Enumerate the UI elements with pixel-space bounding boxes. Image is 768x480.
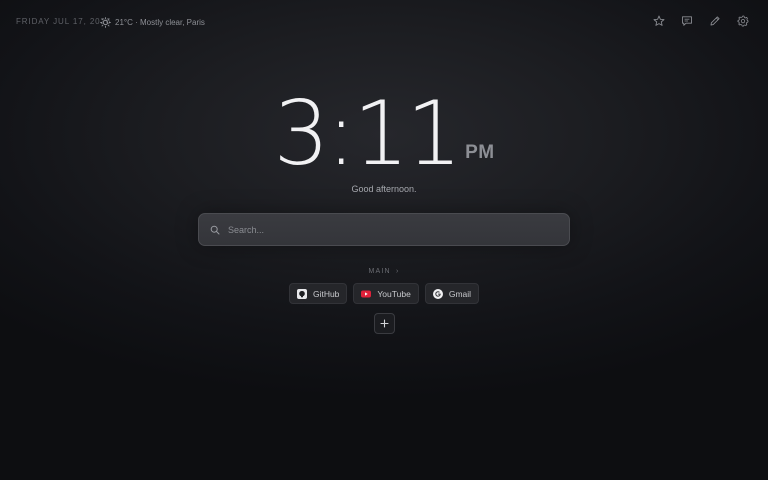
google-icon bbox=[432, 288, 443, 299]
chevron-right-icon: › bbox=[395, 268, 400, 275]
sun-icon bbox=[100, 16, 111, 28]
search-bar[interactable] bbox=[198, 213, 570, 246]
top-bar: FRIDAY JUL 17, 2026 21°C · Mostly clear,… bbox=[0, 0, 768, 44]
search-input[interactable] bbox=[228, 224, 569, 235]
shortcut-label: GitHub bbox=[312, 288, 340, 299]
weather-text: 21°C · Mostly clear, Paris bbox=[115, 17, 205, 27]
shortcut-label: Gmail bbox=[448, 288, 472, 299]
add-shortcut-button[interactable] bbox=[374, 313, 395, 334]
shortcut-gmail[interactable]: Gmail bbox=[424, 283, 480, 304]
shortcut-list: GitHub YouTube Gmail bbox=[0, 283, 768, 304]
group-label: MAIN bbox=[368, 268, 391, 275]
date-label: FRIDAY JUL 17, 2026 bbox=[16, 17, 112, 26]
shortcut-group-toggle[interactable]: MAIN › bbox=[0, 268, 768, 275]
shortcut-github[interactable]: GitHub bbox=[288, 283, 348, 304]
github-icon bbox=[296, 288, 307, 299]
search-icon bbox=[210, 225, 220, 234]
greeting-text: Good afternoon. bbox=[351, 184, 417, 194]
clock: 3:11 PM bbox=[0, 88, 768, 180]
gear-icon bbox=[737, 15, 748, 27]
notes-button[interactable] bbox=[680, 14, 693, 27]
edit-button[interactable] bbox=[708, 14, 721, 27]
clock-time: 3:11 bbox=[273, 82, 462, 185]
star-icon bbox=[653, 15, 664, 26]
plus-icon bbox=[380, 319, 389, 328]
shortcut-label: YouTube bbox=[377, 288, 411, 299]
weather-widget[interactable]: 21°C · Mostly clear, Paris bbox=[100, 14, 205, 30]
clock-period: PM bbox=[465, 142, 495, 163]
youtube-icon bbox=[361, 290, 372, 297]
favorites-button[interactable] bbox=[652, 14, 665, 27]
chat-icon bbox=[681, 15, 692, 26]
header-actions bbox=[652, 14, 749, 27]
shortcut-youtube[interactable]: YouTube bbox=[353, 283, 419, 304]
pencil-icon bbox=[710, 15, 720, 25]
settings-button[interactable] bbox=[736, 14, 749, 27]
